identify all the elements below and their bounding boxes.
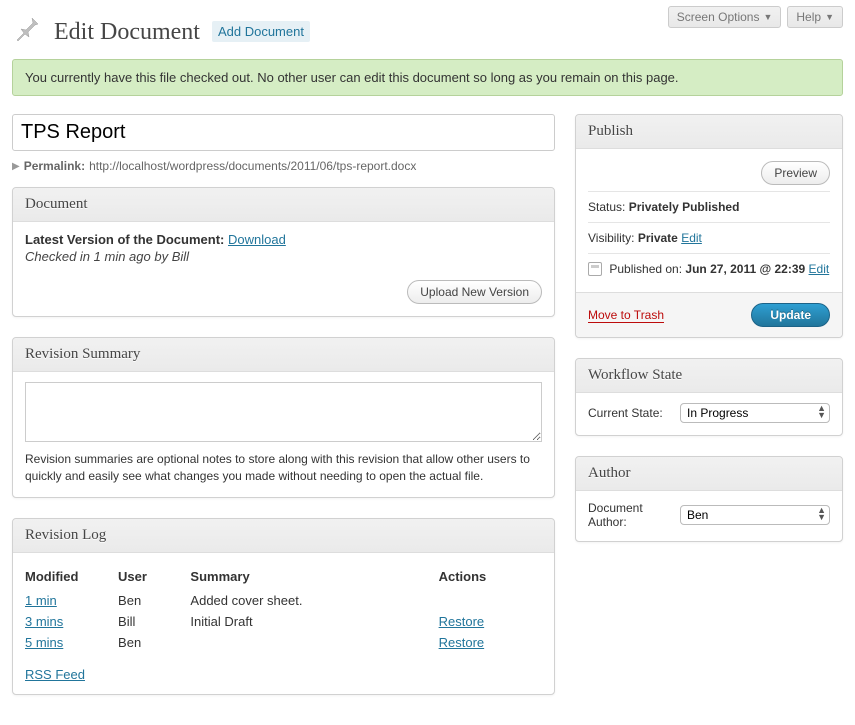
revision-log-heading: Revision Log — [13, 519, 554, 553]
document-author-select[interactable]: Ben — [680, 505, 830, 525]
author-metabox: Author Document Author: Ben ▲▼ — [575, 456, 843, 542]
published-label: Published on: — [609, 262, 682, 276]
revision-summary-heading: Revision Summary — [13, 338, 554, 372]
visibility-label: Visibility: — [588, 231, 634, 245]
published-value: Jun 27, 2011 @ 22:39 — [685, 262, 805, 276]
workflow-heading: Workflow State — [576, 359, 842, 393]
permalink-label: Permalink: — [24, 159, 85, 173]
document-metabox: Document Latest Version of the Document:… — [12, 187, 555, 317]
revision-log-metabox: Revision Log Modified User Summary Actio… — [12, 518, 555, 695]
revision-summary: Initial Draft — [190, 611, 438, 632]
restore-link[interactable]: Restore — [439, 614, 485, 629]
permalink-value: http://localhost/wordpress/documents/201… — [89, 159, 416, 173]
revision-action — [439, 590, 542, 611]
col-summary: Summary — [190, 565, 438, 590]
upload-new-version-button[interactable]: Upload New Version — [407, 280, 542, 304]
latest-version-label: Latest Version of the Document: — [25, 232, 224, 247]
help-label: Help — [796, 10, 821, 24]
table-row: 1 min Ben Added cover sheet. — [25, 590, 542, 611]
status-label: Status: — [588, 200, 625, 214]
chevron-down-icon: ▼ — [763, 12, 772, 22]
col-user: User — [118, 565, 190, 590]
update-button[interactable]: Update — [751, 303, 830, 327]
screen-options-label: Screen Options — [677, 10, 760, 24]
workflow-state-select[interactable]: In Progress — [680, 403, 830, 423]
edit-visibility-link[interactable]: Edit — [681, 231, 702, 245]
checked-in-meta: Checked in 1 min ago by Bill — [25, 249, 286, 264]
move-to-trash-link[interactable]: Move to Trash — [588, 308, 664, 323]
edit-date-link[interactable]: Edit — [809, 262, 830, 276]
rss-feed-link[interactable]: RSS Feed — [25, 667, 85, 682]
revision-summary — [190, 632, 438, 653]
document-heading: Document — [13, 188, 554, 222]
revision-summary-help: Revision summaries are optional notes to… — [25, 451, 542, 485]
publish-metabox: Publish Preview Status: Privately Publis… — [575, 114, 843, 338]
revision-user: Ben — [118, 632, 190, 653]
table-row: 3 mins Bill Initial Draft Restore — [25, 611, 542, 632]
revision-user: Ben — [118, 590, 190, 611]
revision-summary-textarea[interactable] — [25, 382, 542, 442]
restore-link[interactable]: Restore — [439, 635, 485, 650]
revision-user: Bill — [118, 611, 190, 632]
author-label: Document Author: — [588, 501, 672, 529]
add-document-link[interactable]: Add Document — [212, 21, 310, 42]
visibility-value: Private — [638, 231, 678, 245]
status-value: Privately Published — [629, 200, 740, 214]
workflow-label: Current State: — [588, 406, 663, 420]
permalink-toggle-icon[interactable]: ▶ — [12, 161, 20, 172]
page-title: Edit Document — [54, 17, 200, 46]
pushpin-icon — [12, 14, 44, 49]
revision-summary: Added cover sheet. — [190, 590, 438, 611]
revision-time-link[interactable]: 3 mins — [25, 614, 63, 629]
document-title-input[interactable] — [12, 114, 555, 151]
table-row: 5 mins Ben Restore — [25, 632, 542, 653]
download-link[interactable]: Download — [228, 232, 286, 247]
checkout-notice: You currently have this file checked out… — [12, 59, 843, 96]
screen-options-tab[interactable]: Screen Options ▼ — [668, 6, 782, 28]
publish-heading: Publish — [576, 115, 842, 149]
calendar-icon — [588, 262, 602, 276]
preview-button[interactable]: Preview — [761, 161, 830, 185]
revision-summary-metabox: Revision Summary Revision summaries are … — [12, 337, 555, 498]
author-heading: Author — [576, 457, 842, 491]
help-tab[interactable]: Help ▼ — [787, 6, 843, 28]
revision-time-link[interactable]: 1 min — [25, 593, 57, 608]
workflow-state-metabox: Workflow State Current State: In Progres… — [575, 358, 843, 436]
col-modified: Modified — [25, 565, 118, 590]
col-actions: Actions — [439, 565, 542, 590]
chevron-down-icon: ▼ — [825, 12, 834, 22]
revision-time-link[interactable]: 5 mins — [25, 635, 63, 650]
